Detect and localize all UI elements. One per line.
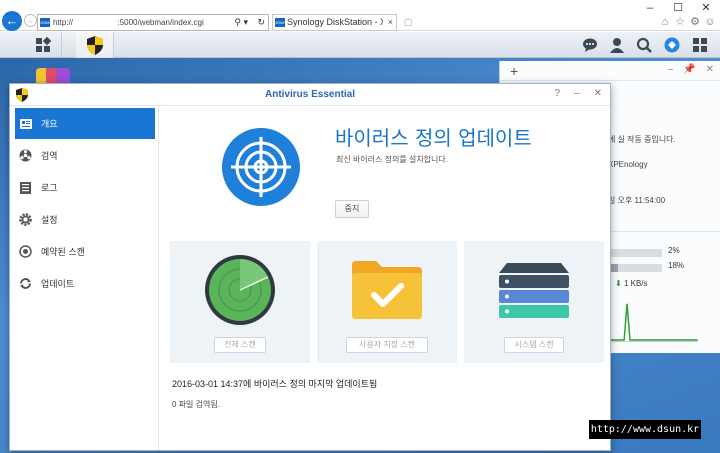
system-time: 일 오후 11:54:00 bbox=[608, 196, 666, 205]
widget-panel-header: + – 📌 ✕ bbox=[500, 61, 720, 81]
back-button[interactable]: ← bbox=[2, 11, 22, 31]
dsm-widget-icon[interactable] bbox=[664, 37, 680, 53]
status-subtitle: 최신 바이러스 정의를 설치합니다. bbox=[336, 155, 448, 164]
system-status-text: 에 실 작동 중입니다. bbox=[608, 135, 676, 144]
app-title: Antivirus Essential bbox=[264, 89, 356, 100]
cpu-usage-bar bbox=[608, 249, 662, 257]
tab-title: Synology DiskStation - XPEn... bbox=[287, 17, 383, 27]
settings-icon bbox=[19, 213, 32, 226]
full-scan-card: 전체 스캔 bbox=[170, 241, 310, 363]
app-titlebar[interactable]: Antivirus Essential ? – ✕ bbox=[10, 84, 610, 106]
app-sidebar: 개요 검역 로그 설정 예약된 스캔 업데이트 bbox=[10, 107, 159, 450]
sidebar-item-label: 업데이트 bbox=[41, 279, 75, 289]
update-icon bbox=[19, 277, 32, 290]
home-icon[interactable]: ⌂ bbox=[659, 16, 671, 28]
help-button[interactable]: ? bbox=[554, 88, 560, 99]
app-minimize-button[interactable]: – bbox=[574, 88, 580, 99]
sidebar-item-quarantine[interactable]: 검역 bbox=[15, 140, 155, 171]
system-scan-card: 시스템 스캔 bbox=[464, 241, 604, 363]
custom-scan-card: 사용자 지정 스캔 bbox=[317, 241, 457, 363]
app-main-panel: 바이러스 정의 업데이트 최신 바이러스 정의를 설치합니다. 중지 전체 스캔… bbox=[160, 107, 610, 450]
stop-button[interactable]: 중지 bbox=[335, 200, 369, 218]
sidebar-item-label: 로그 bbox=[41, 183, 58, 193]
tab-close-icon[interactable]: × bbox=[388, 15, 393, 30]
sidebar-item-settings[interactable]: 설정 bbox=[15, 204, 155, 235]
address-search-icon[interactable]: ⚲ ▾ bbox=[234, 15, 248, 30]
dsm-taskbar bbox=[0, 32, 720, 58]
ram-usage-bar bbox=[608, 264, 662, 272]
minimize-button[interactable]: – bbox=[636, 0, 664, 16]
server-name: XPEnology bbox=[608, 160, 648, 169]
user-icon[interactable] bbox=[609, 37, 625, 53]
quarantined-files-text: 0 파일 검역됨. bbox=[172, 400, 220, 409]
target-icon bbox=[222, 128, 300, 206]
widget-close-icon[interactable]: ✕ bbox=[706, 64, 714, 75]
log-icon bbox=[19, 181, 32, 194]
settings-gear-icon[interactable]: ⚙ bbox=[689, 16, 701, 28]
overview-icon bbox=[19, 117, 32, 130]
quarantine-icon bbox=[19, 149, 32, 162]
antivirus-shield-icon bbox=[87, 36, 103, 55]
watermark: http://www.dsun.kr bbox=[589, 420, 701, 439]
close-window-button[interactable]: ✕ bbox=[692, 0, 720, 16]
network-speed-value: 1 KB/s bbox=[623, 279, 648, 288]
scheduled-scan-icon bbox=[19, 245, 32, 258]
sidebar-item-scheduled-scan[interactable]: 예약된 스캔 bbox=[15, 236, 155, 267]
network-graph bbox=[608, 294, 698, 342]
add-widget-button[interactable]: + bbox=[510, 63, 518, 79]
antivirus-window: Antivirus Essential ? – ✕ 개요 검역 로그 설정 예약… bbox=[9, 83, 611, 451]
chat-icon[interactable] bbox=[582, 37, 598, 53]
radar-icon bbox=[205, 255, 275, 325]
address-bar[interactable]: DSM http:// :5000/webman/index.cgi ⚲ ▾ ↻ bbox=[37, 14, 269, 31]
windows-icon[interactable] bbox=[692, 37, 708, 53]
status-title: 바이러스 정의 업데이트 bbox=[335, 126, 532, 150]
address-url[interactable]: http:// :5000/webman/index.cgi bbox=[53, 15, 204, 30]
sidebar-item-label: 예약된 스캔 bbox=[41, 247, 85, 257]
tab-favicon-icon: DSM bbox=[275, 18, 285, 27]
sidebar-item-label: 검역 bbox=[41, 151, 58, 161]
apps-grid-icon bbox=[36, 36, 52, 52]
cpu-usage-percent: 2% bbox=[668, 246, 680, 255]
ram-usage-percent: 18% bbox=[668, 261, 685, 270]
smiley-icon[interactable]: ☺ bbox=[704, 16, 716, 28]
main-menu-button[interactable] bbox=[24, 32, 62, 58]
browser-chrome: – ☐ ✕ ← → DSM http:// :5000/webman/index… bbox=[0, 0, 720, 31]
refresh-icon[interactable]: ↻ bbox=[257, 15, 265, 30]
favorites-star-icon[interactable]: ☆ bbox=[674, 16, 686, 28]
browser-tools: ⌂ ☆ ⚙ ☺ bbox=[659, 16, 716, 28]
last-update-text: 2016-03-01 14:37에 바이러스 정의 마지막 업데이트됨 bbox=[172, 379, 378, 389]
browser-tab[interactable]: DSM Synology DiskStation - XPEn... × bbox=[272, 14, 397, 31]
server-stack-icon bbox=[499, 263, 569, 318]
widget-minimize-icon[interactable]: – bbox=[668, 64, 674, 75]
full-scan-button[interactable]: 전체 스캔 bbox=[214, 337, 266, 353]
sidebar-item-label: 설정 bbox=[41, 215, 58, 225]
folder-check-icon bbox=[352, 261, 422, 319]
sidebar-item-overview[interactable]: 개요 bbox=[15, 108, 155, 139]
maximize-button[interactable]: ☐ bbox=[664, 0, 692, 16]
forward-button[interactable]: → bbox=[24, 14, 37, 27]
custom-scan-button[interactable]: 사용자 지정 스캔 bbox=[346, 337, 428, 353]
widget-panel-controls: – 📌 ✕ bbox=[668, 64, 714, 75]
app-window-controls: ? – ✕ bbox=[554, 88, 602, 99]
sidebar-item-log[interactable]: 로그 bbox=[15, 172, 155, 203]
download-arrow-icon: ⬇ bbox=[615, 279, 622, 288]
app-close-button[interactable]: ✕ bbox=[594, 88, 602, 99]
sidebar-item-update[interactable]: 업데이트 bbox=[15, 268, 155, 299]
system-scan-button[interactable]: 시스템 스캔 bbox=[504, 337, 564, 353]
network-speed: ⬇ 1 KB/s bbox=[615, 279, 648, 288]
site-favicon-icon: DSM bbox=[40, 18, 50, 27]
window-controls: – ☐ ✕ bbox=[636, 0, 720, 16]
taskbar-antivirus-button[interactable] bbox=[76, 32, 114, 58]
widget-pin-icon[interactable]: 📌 bbox=[683, 64, 695, 75]
new-tab-button[interactable]: ▢ bbox=[400, 15, 416, 30]
search-icon[interactable] bbox=[636, 37, 652, 53]
sidebar-item-label: 개요 bbox=[41, 119, 58, 129]
